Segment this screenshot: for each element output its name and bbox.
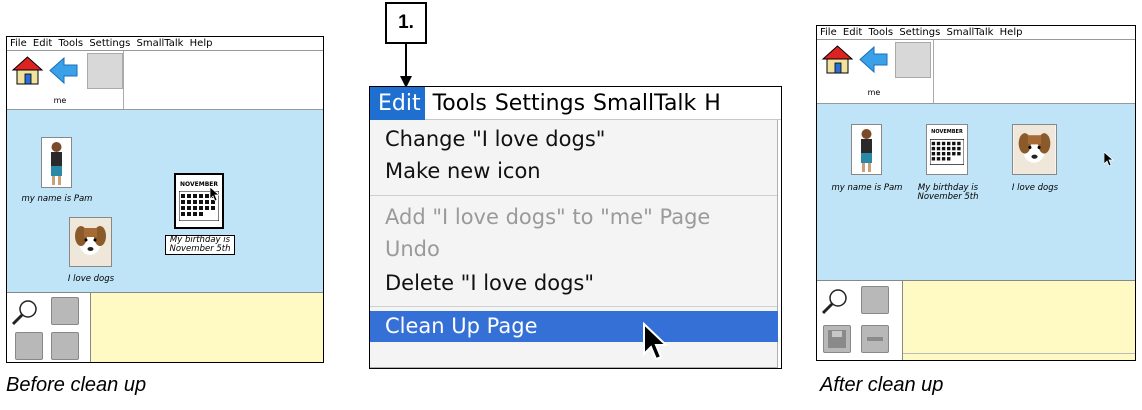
toolbar: me xyxy=(817,40,1135,104)
after-window: File Edit Tools Settings SmallTalk Help … xyxy=(816,25,1136,361)
menu-smalltalk[interactable]: SmallTalk xyxy=(593,91,696,116)
menu-help-partial[interactable]: H xyxy=(704,91,721,116)
calendar-picture[interactable]: NOVEMBER xyxy=(926,124,968,175)
dog-picture[interactable] xyxy=(1012,124,1057,175)
page-name-label: me xyxy=(53,96,67,105)
before-caption: Before clean up xyxy=(6,374,147,396)
menu-edit-active[interactable]: Edit xyxy=(370,87,425,120)
menubar: File Edit Tools Settings SmallTalk Help xyxy=(817,26,1135,40)
menu-help[interactable]: Help xyxy=(1000,27,1023,38)
bottom-bar xyxy=(7,292,323,362)
step-number: 1. xyxy=(385,2,427,44)
menu-tools[interactable]: Tools xyxy=(58,38,83,49)
menu-settings[interactable]: Settings xyxy=(89,38,130,49)
woman-icon xyxy=(51,142,62,185)
dog-icon xyxy=(70,218,111,266)
home-icon xyxy=(821,45,854,74)
pam-picture[interactable] xyxy=(41,137,72,188)
menu-edit[interactable]: Edit xyxy=(843,27,862,38)
menu-item-undo: Undo xyxy=(385,237,440,261)
home-button[interactable] xyxy=(11,54,44,87)
toolbar-divider xyxy=(933,40,934,103)
zoomed-menubar: Edit Tools Settings SmallTalk H xyxy=(370,87,781,120)
save-button[interactable] xyxy=(823,325,851,353)
forward-button[interactable] xyxy=(87,53,123,89)
magnifier-icon[interactable] xyxy=(10,297,40,327)
bottom-bar xyxy=(817,280,1135,360)
tool-button-2[interactable] xyxy=(51,297,79,325)
tool-button-4[interactable] xyxy=(51,332,79,360)
back-button[interactable] xyxy=(857,43,890,76)
mouse-cursor-icon xyxy=(210,187,220,201)
dogs-caption: I love dogs xyxy=(1011,183,1059,193)
menu-tools[interactable]: Tools xyxy=(433,91,487,116)
birthday-caption: My birthday is November 5th xyxy=(165,235,235,255)
dog-picture[interactable] xyxy=(69,217,112,267)
mouse-cursor-icon xyxy=(1104,152,1114,166)
minus-icon xyxy=(867,337,883,341)
menu-file[interactable]: File xyxy=(820,27,837,38)
bottom-tools xyxy=(817,281,903,360)
edit-menu-zoom: Edit Tools Settings SmallTalk H Change "I lo… xyxy=(369,86,782,369)
mouse-cursor-icon xyxy=(643,322,669,361)
pam-caption: my name is Pam xyxy=(831,183,903,193)
menu-settings[interactable]: Settings xyxy=(495,91,585,116)
pam-caption: my name is Pam xyxy=(21,194,93,204)
menu-smalltalk[interactable]: SmallTalk xyxy=(947,27,994,38)
minus-button[interactable] xyxy=(861,325,889,353)
bottom-tools xyxy=(7,293,91,362)
back-arrow-icon xyxy=(859,45,888,74)
menu-edit[interactable]: Edit xyxy=(33,38,52,49)
back-arrow-icon xyxy=(49,56,78,85)
before-window: File Edit Tools Settings SmallTalk Help … xyxy=(6,36,324,363)
magnifier-icon[interactable] xyxy=(820,286,850,316)
floppy-disk-icon xyxy=(828,330,846,348)
after-caption: After clean up xyxy=(820,374,944,396)
bottom-divider xyxy=(903,353,1135,354)
calendar-month: NOVEMBER xyxy=(931,129,963,135)
menu-item-clean-up-page[interactable]: Clean Up Page xyxy=(370,311,778,342)
back-button[interactable] xyxy=(47,54,80,87)
toolbar: me xyxy=(7,51,323,110)
menu-tools[interactable]: Tools xyxy=(868,27,893,38)
menu-item-add-to-page: Add "I love dogs" to "me" Page xyxy=(385,205,711,229)
home-icon xyxy=(11,56,44,85)
dogs-caption: I love dogs xyxy=(67,274,115,284)
woman-icon xyxy=(861,129,872,172)
tool-button-3[interactable] xyxy=(15,332,43,360)
menu-help[interactable]: Help xyxy=(190,38,213,49)
menu-item-make-new-icon[interactable]: Make new icon xyxy=(385,156,541,186)
birthday-line2: November 5th xyxy=(169,244,231,254)
menu-smalltalk[interactable]: SmallTalk xyxy=(137,38,184,49)
dog-icon xyxy=(1013,125,1056,174)
calendar-picture[interactable]: NOVEMBER xyxy=(174,173,224,229)
birthday-line2: November 5th xyxy=(917,192,979,202)
forward-button[interactable] xyxy=(895,42,931,78)
menu-separator xyxy=(370,306,777,307)
pam-picture[interactable] xyxy=(851,124,882,175)
calendar-icon xyxy=(930,139,964,165)
birthday-caption: My birthday is November 5th xyxy=(913,184,983,202)
menu-separator xyxy=(370,195,777,196)
clean-up-label: Clean Up Page xyxy=(385,314,538,338)
down-arrow-icon xyxy=(400,44,412,88)
menu-settings[interactable]: Settings xyxy=(899,27,940,38)
menu-item-delete[interactable]: Delete "I love dogs" xyxy=(385,268,594,298)
menu-file[interactable]: File xyxy=(10,38,27,49)
tool-button-2[interactable] xyxy=(861,286,889,314)
toolbar-divider xyxy=(123,51,124,109)
menubar: File Edit Tools Settings SmallTalk Help xyxy=(7,37,323,51)
page-name-label: me xyxy=(867,88,881,97)
menu-item-change[interactable]: Change "I love dogs" xyxy=(385,124,605,154)
home-button[interactable] xyxy=(821,43,854,76)
edit-dropdown: Change "I love dogs" Make new icon Add "… xyxy=(370,120,778,368)
